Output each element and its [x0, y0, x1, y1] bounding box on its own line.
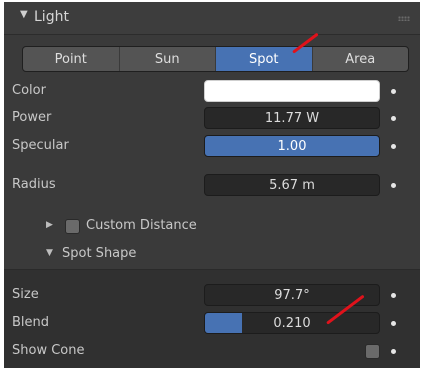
drag-grip-icon[interactable]	[398, 16, 410, 21]
power-row: Power 11.77 W	[4, 106, 420, 130]
triangle-right-icon[interactable]: ▶	[46, 220, 53, 230]
animate-property-dot-icon[interactable]	[391, 349, 396, 354]
custom-distance-subpanel-header[interactable]: ▶ Custom Distance	[4, 213, 420, 239]
light-type-selector: Point Sun Spot Area	[22, 46, 409, 72]
color-row: Color	[4, 79, 420, 103]
custom-distance-checkbox[interactable]	[65, 219, 80, 234]
triangle-down-icon[interactable]: ▼	[20, 9, 28, 20]
color-label: Color	[12, 83, 46, 98]
spot-shape-subpanel-header[interactable]: ▼ Spot Shape	[4, 241, 420, 267]
light-panel-header[interactable]: ▼ Light	[4, 2, 420, 35]
radius-label: Radius	[12, 177, 56, 192]
light-properties-panel: ▼ Light Point Sun Spot Area Color Power …	[4, 2, 420, 368]
size-row: Size 97.7°	[4, 283, 420, 307]
specular-label: Specular	[12, 138, 69, 153]
animate-property-dot-icon[interactable]	[391, 144, 396, 149]
light-type-area-button[interactable]: Area	[313, 47, 409, 71]
specular-slider[interactable]: 1.00	[204, 135, 380, 157]
size-label: Size	[12, 287, 39, 302]
spot-blend-value: 0.210	[273, 315, 311, 331]
power-value: 11.77 W	[264, 110, 320, 126]
spot-shape-label: Spot Shape	[62, 246, 137, 261]
animate-property-dot-icon[interactable]	[391, 116, 396, 121]
blend-slider-fill	[205, 313, 242, 333]
animate-property-dot-icon[interactable]	[391, 183, 396, 188]
animate-property-dot-icon[interactable]	[391, 293, 396, 298]
light-type-sun-button[interactable]: Sun	[120, 47, 216, 71]
show-cone-checkbox[interactable]	[365, 344, 380, 359]
animate-property-dot-icon[interactable]	[391, 321, 396, 326]
blend-row: Blend 0.210	[4, 311, 420, 335]
show-cone-row: Show Cone	[4, 339, 420, 363]
spot-shape-subpanel: Size 97.7° Blend 0.210 Show Cone	[4, 269, 420, 368]
custom-distance-label: Custom Distance	[86, 218, 197, 233]
animate-property-dot-icon[interactable]	[391, 89, 396, 94]
panel-title: Light	[34, 9, 69, 25]
color-swatch[interactable]	[204, 80, 380, 102]
power-field[interactable]: 11.77 W	[204, 107, 380, 129]
radius-value: 5.67 m	[269, 177, 315, 193]
triangle-down-icon[interactable]: ▼	[46, 248, 53, 258]
radius-field[interactable]: 5.67 m	[204, 174, 380, 196]
light-type-point-button[interactable]: Point	[23, 47, 120, 71]
show-cone-label: Show Cone	[12, 343, 85, 358]
spot-blend-slider[interactable]: 0.210	[204, 312, 380, 334]
specular-row: Specular 1.00	[4, 134, 420, 158]
specular-value: 1.00	[277, 138, 307, 154]
power-label: Power	[12, 110, 52, 125]
spot-size-value: 97.7°	[274, 287, 310, 303]
radius-row: Radius 5.67 m	[4, 173, 420, 197]
blend-label: Blend	[12, 315, 50, 330]
